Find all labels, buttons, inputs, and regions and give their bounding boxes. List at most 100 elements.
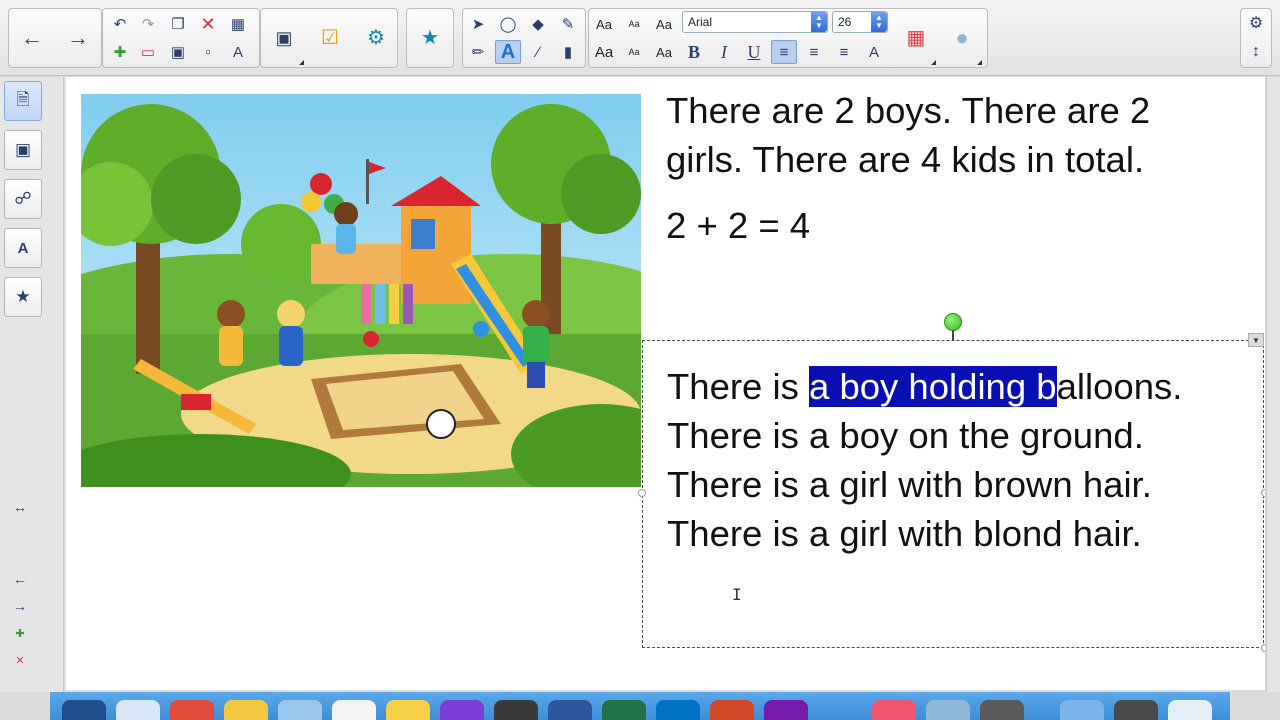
new-page-icon[interactable]: ✚ (107, 40, 133, 64)
equation-text[interactable]: 2 + 2 = 4 (666, 203, 810, 249)
macos-dock (50, 692, 1230, 720)
previous-page-icon[interactable]: ← (12, 571, 28, 587)
rotation-handle-stem (952, 330, 954, 340)
main-toolbar: ← → ↶ ↷ ❐ ✕ ▦ ✚ ▭ ▣ ▫ A ▣ ☑ ⚙ ★ ➤ ◯ ◆ ✎ … (0, 0, 1280, 76)
display-icon[interactable]: ▣ (263, 10, 305, 66)
launchpad-icon[interactable] (62, 700, 106, 720)
whiteboard-page[interactable]: There are 2 boys. There are 2 girls. The… (66, 77, 1265, 690)
table-icon[interactable]: ▦ (225, 12, 251, 36)
notebook-icon[interactable] (926, 700, 970, 720)
resize-handle-right[interactable] (1261, 489, 1265, 497)
next-page-icon[interactable]: → (12, 598, 28, 614)
collapse-icon[interactable]: ↕ (1243, 40, 1269, 64)
text-format-icon[interactable]: A (225, 40, 251, 64)
align-left-icon[interactable]: ≡ (771, 40, 797, 64)
text-line-4: There is a girl with blond hair. (667, 513, 1142, 554)
delete-page-icon[interactable]: ✕ (12, 652, 28, 668)
text-box-content[interactable]: There is a boy holding balloons. There i… (667, 362, 1182, 558)
preview-icon[interactable] (278, 700, 322, 720)
text-line-3: There is a girl with brown hair. (667, 464, 1152, 505)
text-style-4[interactable]: Aa (591, 40, 617, 64)
eraser-icon[interactable]: ▮ (555, 40, 581, 64)
text-style-1[interactable]: Aa (591, 12, 617, 36)
folder-icon[interactable] (1060, 700, 1104, 720)
underline-button[interactable]: U (741, 40, 767, 64)
gallery-icon[interactable]: ⚙ (355, 10, 397, 66)
textedit-icon[interactable] (332, 700, 376, 720)
paste-icon[interactable]: ❐ (165, 12, 191, 36)
color-grid-icon[interactable]: ▦ (895, 10, 937, 66)
properties-icon[interactable]: ● (941, 10, 983, 66)
add-ons-icon[interactable]: ★ (4, 277, 42, 317)
word-icon[interactable] (548, 700, 592, 720)
smartboard-icon[interactable] (494, 700, 538, 720)
intro-line-2: girls. There are 4 kids in total. (666, 139, 1145, 180)
chrome-icon[interactable] (170, 700, 214, 720)
font-size-select[interactable]: 26 ▲ ▼ (832, 11, 888, 33)
photos-icon[interactable] (386, 700, 430, 720)
notes-icon[interactable] (224, 700, 268, 720)
properties-icon[interactable]: A (4, 228, 42, 268)
intro-line-1: There are 2 boys. There are 2 (666, 90, 1151, 131)
text-selection: a boy holding b (809, 366, 1057, 407)
intro-text[interactable]: There are 2 boys. There are 2 girls. The… (666, 86, 1226, 184)
resize-handle-left[interactable] (638, 489, 646, 497)
screen-shade-icon[interactable]: ▫ (195, 40, 221, 64)
tools-group: ▣ ☑ ⚙ (260, 8, 398, 68)
text-style-3[interactable]: Aa (651, 12, 677, 36)
text-style-6[interactable]: Aa (651, 40, 677, 64)
back-arrow-icon[interactable]: ← (11, 10, 53, 66)
right-sidebar (1266, 77, 1280, 692)
text-style-5[interactable]: Aa (621, 40, 647, 64)
add-ons-group: ★ (406, 8, 454, 68)
outlook-icon[interactable] (656, 700, 700, 720)
playground-illustration[interactable] (81, 94, 641, 487)
fill-icon[interactable]: ◆ (525, 12, 551, 36)
add-page-icon[interactable]: ✚ (12, 625, 28, 641)
rotation-handle[interactable] (944, 313, 962, 331)
resize-handle-corner[interactable] (1261, 644, 1265, 652)
trash-icon[interactable] (1168, 700, 1212, 720)
italic-button[interactable]: I (711, 40, 737, 64)
text-tool-icon[interactable]: A (495, 40, 521, 64)
left-sidebar: 🗎 ▣ ☍ A ★ ↔ ← → ✚ ✕ (0, 77, 64, 692)
forward-arrow-icon[interactable]: → (57, 10, 99, 66)
align-center-icon[interactable]: ≡ (801, 40, 827, 64)
text-line-2: There is a boy on the ground. (667, 415, 1144, 456)
text-cursor-icon: I (732, 585, 742, 604)
settings-icon[interactable]: ⚙ (1243, 12, 1269, 36)
music-icon[interactable] (872, 700, 916, 720)
quicktime-icon[interactable] (980, 700, 1024, 720)
add-ons-icon[interactable]: ★ (409, 10, 451, 66)
shape-icon[interactable]: ◯ (495, 12, 521, 36)
pen-icon[interactable]: ✏ (465, 40, 491, 64)
onenote-icon[interactable] (764, 700, 808, 720)
resize-icon[interactable]: ↔ (12, 499, 28, 515)
safari-icon[interactable] (116, 700, 160, 720)
text-box-menu-button[interactable]: ▼ (1248, 333, 1264, 347)
magic-pen-icon[interactable]: ✎ (555, 12, 581, 36)
undo-icon[interactable]: ↶ (107, 12, 133, 36)
excel-icon[interactable] (602, 700, 646, 720)
redo-icon[interactable]: ↷ (135, 12, 161, 36)
check-icon[interactable]: ☑ (309, 10, 351, 66)
align-right-icon[interactable]: ≡ (831, 40, 857, 64)
font-name-select[interactable]: Arial ▲ ▼ (682, 11, 828, 33)
page-sorter-icon[interactable]: 🗎 (4, 81, 42, 121)
text-line-1: There is a boy holding balloons. (667, 362, 1182, 411)
attachments-icon[interactable]: ☍ (4, 179, 42, 219)
text-style-2[interactable]: Aa (621, 12, 647, 36)
delete-page-icon[interactable]: ▭ (135, 40, 161, 64)
powerpoint-icon[interactable] (710, 700, 754, 720)
chevron-down-icon: ▲ ▼ (871, 12, 887, 32)
screenshot-icon[interactable] (1114, 700, 1158, 720)
text-format-icon[interactable]: A (861, 40, 887, 64)
settings-group: ⚙ ↕ (1240, 8, 1272, 68)
bold-button[interactable]: B (681, 40, 707, 64)
delete-icon[interactable]: ✕ (195, 12, 221, 36)
line-icon[interactable]: ∕ (525, 40, 551, 64)
select-icon[interactable]: ➤ (465, 12, 491, 36)
gallery-icon[interactable]: ▣ (4, 130, 42, 170)
save-icon[interactable]: ▣ (165, 40, 191, 64)
imovie-icon[interactable] (440, 700, 484, 720)
